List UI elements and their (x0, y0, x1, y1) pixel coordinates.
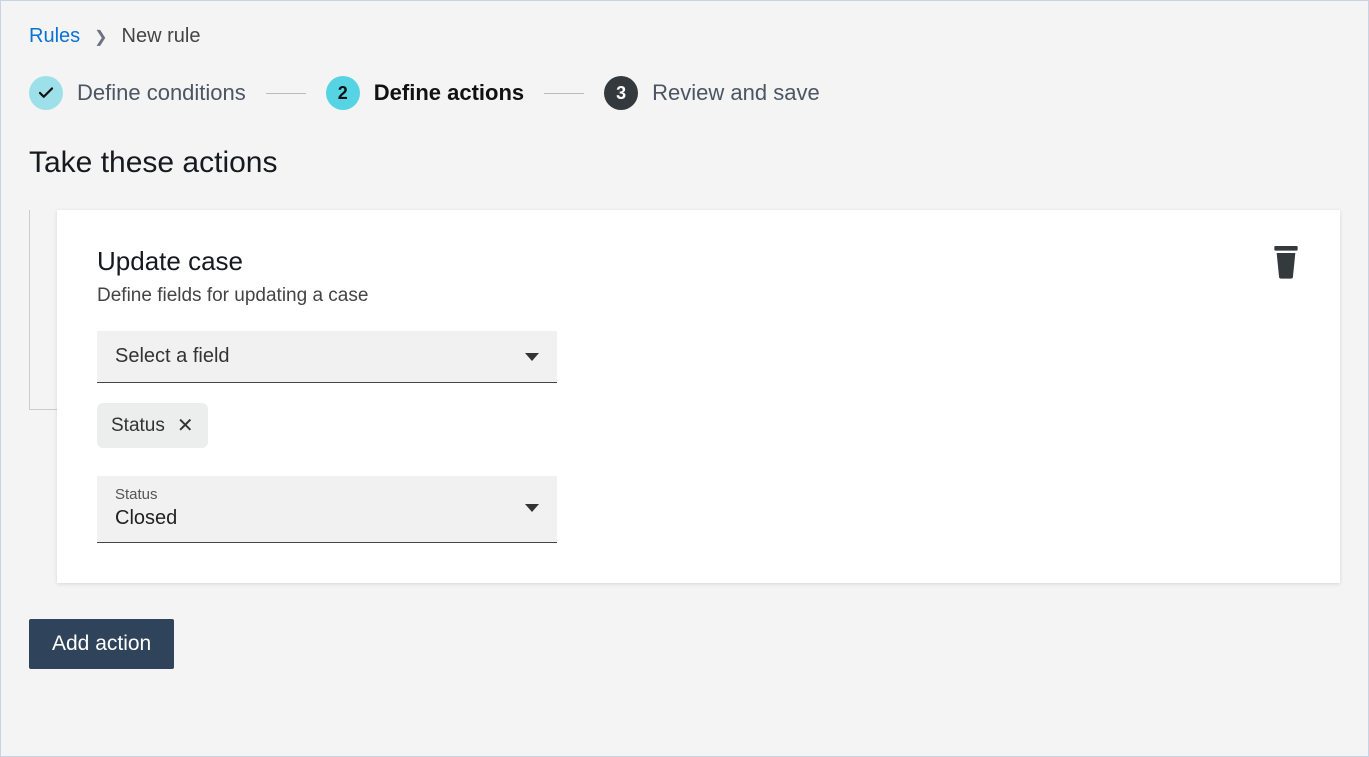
step-connector (544, 93, 584, 94)
step-define-actions[interactable]: 2 Define actions (326, 76, 524, 110)
step-define-conditions[interactable]: Define conditions (29, 76, 246, 110)
step-label: Review and save (652, 80, 820, 106)
step-label: Define actions (374, 80, 524, 106)
chip-label: Status (111, 415, 165, 437)
caret-down-icon (525, 353, 539, 361)
close-icon[interactable]: ✕ (177, 413, 194, 438)
caret-down-icon (525, 504, 539, 512)
card-title: Update case (97, 246, 1300, 277)
step-review-save[interactable]: 3 Review and save (604, 76, 820, 110)
breadcrumb-current: New rule (122, 25, 201, 48)
breadcrumb-root-link[interactable]: Rules (29, 25, 80, 48)
tree-gutter (29, 210, 57, 410)
action-card-update-case: Update case Define fields for updating a… (57, 210, 1340, 583)
card-subtitle: Define fields for updating a case (97, 285, 1300, 307)
breadcrumb: Rules ❯ New rule (29, 25, 1340, 48)
wizard-stepper: Define conditions 2 Define actions 3 Rev… (29, 76, 1340, 110)
check-icon (29, 76, 63, 110)
add-action-button[interactable]: Add action (29, 619, 174, 669)
field-select[interactable]: Select a field (97, 331, 557, 383)
step-number-icon: 3 (604, 76, 638, 110)
chevron-right-icon: ❯ (94, 27, 107, 47)
page-title: Take these actions (29, 146, 1340, 180)
step-number-icon: 2 (326, 76, 360, 110)
status-select-value: Closed (115, 507, 177, 530)
step-label: Define conditions (77, 80, 246, 106)
selected-field-chip: Status ✕ (97, 403, 208, 448)
status-select-label: Status (115, 486, 177, 503)
step-connector (266, 93, 306, 94)
trash-icon[interactable] (1272, 246, 1300, 278)
field-select-placeholder: Select a field (115, 345, 230, 368)
status-value-select[interactable]: Status Closed (97, 476, 557, 543)
